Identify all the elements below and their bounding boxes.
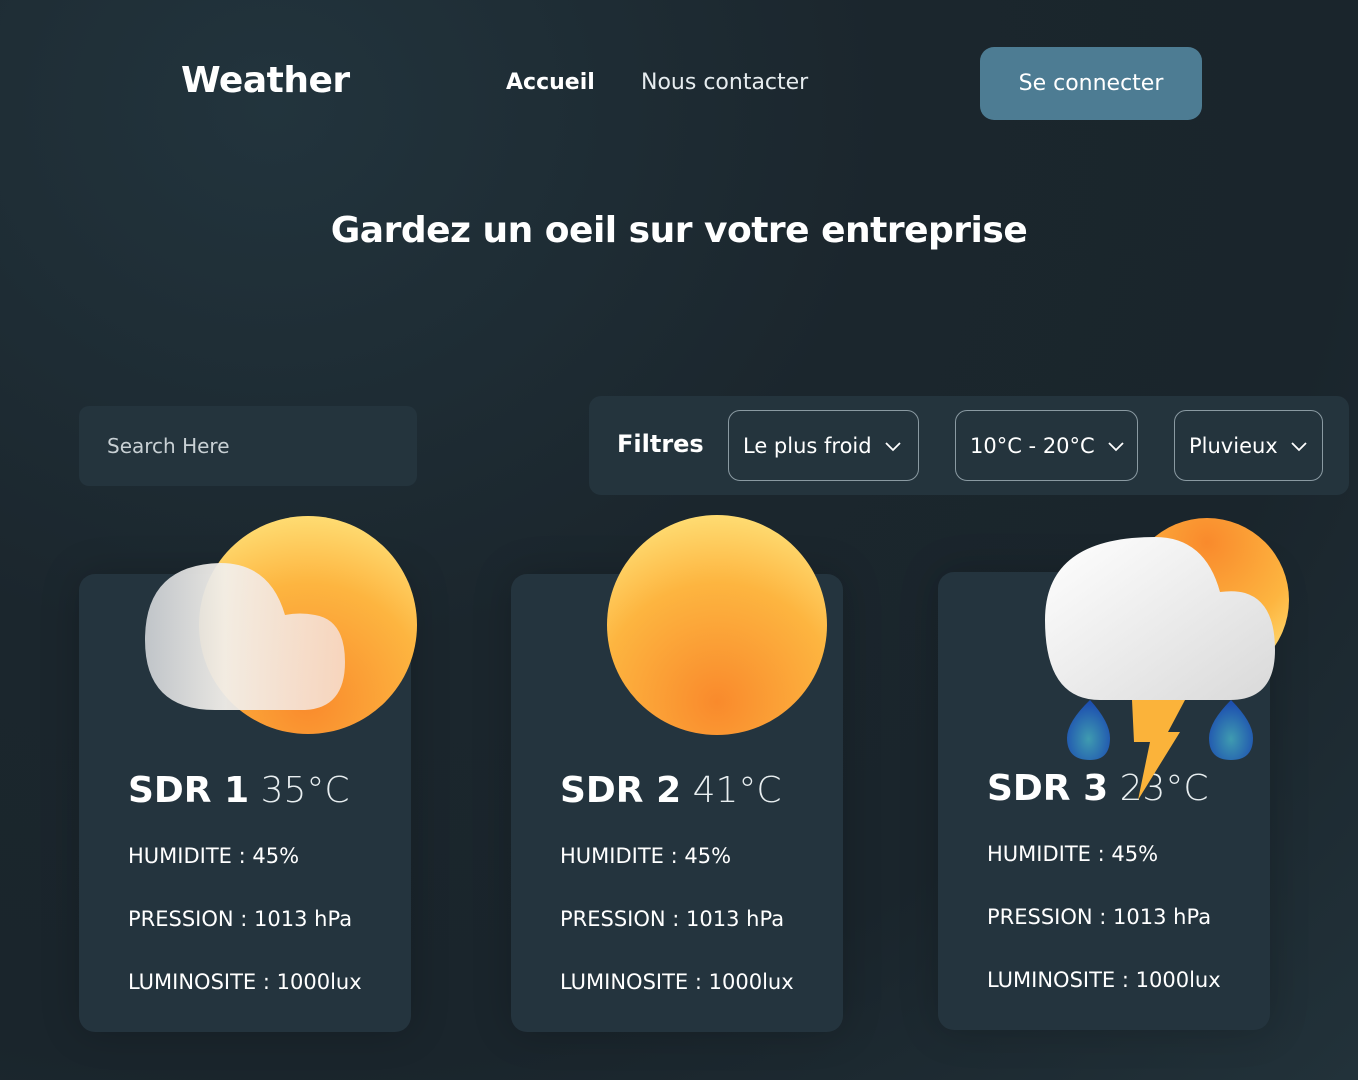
nav-contact[interactable]: Nous contacter — [641, 70, 808, 95]
luminosity: LUMINOSITE : 1000lux — [560, 970, 794, 994]
filters-label: Filtres — [617, 430, 704, 458]
thunderstorm-icon — [1045, 518, 1289, 800]
logo[interactable]: Weather — [181, 60, 350, 101]
partly-cloudy-icon — [145, 516, 417, 734]
sort-select-value: Le plus froid — [743, 433, 872, 458]
nav-accueil[interactable]: Accueil — [506, 70, 595, 95]
chevron-down-icon — [884, 441, 901, 451]
temperature-select[interactable]: 10°C - 20°C — [955, 410, 1138, 481]
page-title: Gardez un oeil sur votre entreprise — [330, 210, 1028, 251]
pressure: PRESSION : 1013 hPa — [987, 905, 1212, 929]
luminosity: LUMINOSITE : 1000lux — [987, 968, 1221, 992]
sort-select[interactable]: Le plus froid — [728, 410, 919, 481]
pressure: PRESSION : 1013 hPa — [560, 907, 785, 931]
station-title: SDR 2 41°C — [560, 770, 782, 811]
filters-bar: Filtres Le plus froid 10°C - 20°C Pluvie… — [589, 396, 1349, 495]
humidity: HUMIDITE : 45% — [128, 844, 300, 868]
station-title: SDR 1 35°C — [128, 770, 350, 811]
search-input[interactable] — [79, 406, 417, 486]
chevron-down-icon — [1108, 441, 1124, 451]
humidity: HUMIDITE : 45% — [560, 844, 732, 868]
weather-select-value: Pluvieux — [1189, 433, 1278, 458]
weather-select[interactable]: Pluvieux — [1174, 410, 1323, 481]
chevron-down-icon — [1291, 441, 1307, 451]
luminosity: LUMINOSITE : 1000lux — [128, 970, 362, 994]
login-button[interactable]: Se connecter — [980, 47, 1202, 120]
pressure: PRESSION : 1013 hPa — [128, 907, 353, 931]
temperature-select-value: 10°C - 20°C — [970, 433, 1095, 458]
sun-icon — [607, 515, 827, 735]
humidity: HUMIDITE : 45% — [987, 842, 1159, 866]
